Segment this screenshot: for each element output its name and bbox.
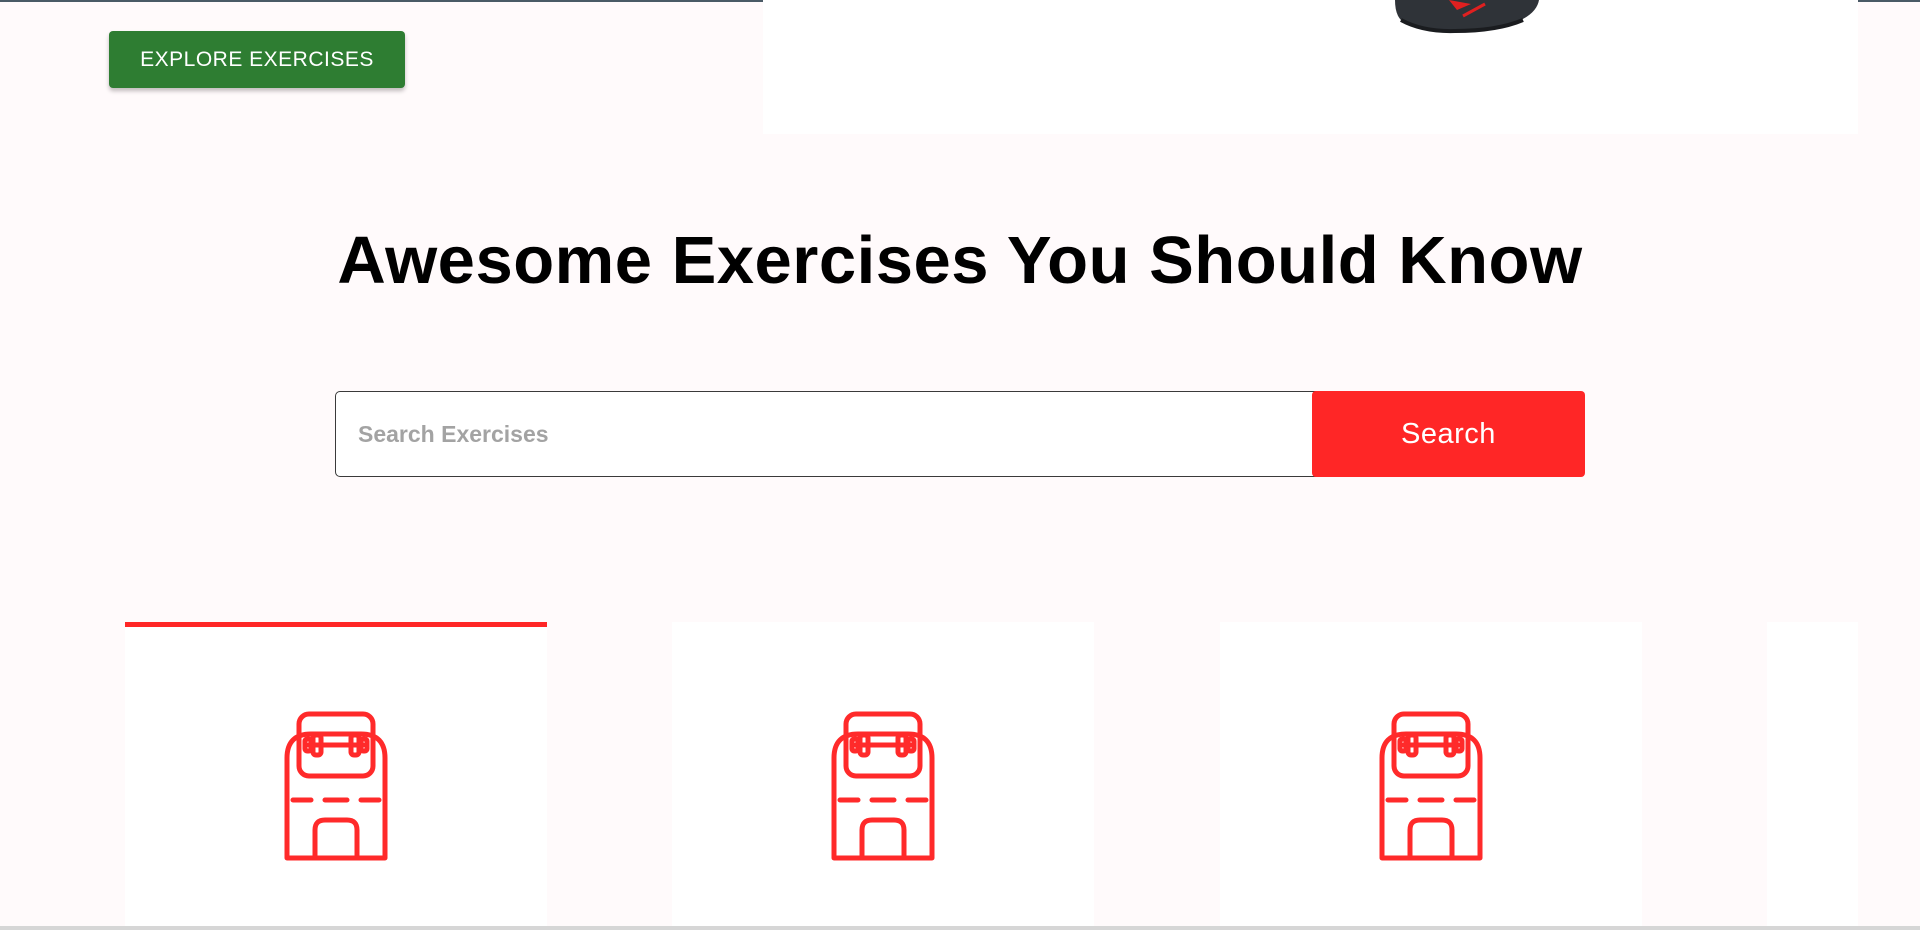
horizontal-scrollbar[interactable]: [0, 926, 1920, 930]
page: EXPLORE EXERCISES Awesome Exercises You …: [0, 0, 1920, 930]
search-input[interactable]: [335, 391, 1325, 477]
body-part-card[interactable]: [1220, 622, 1642, 930]
gym-icon: [1379, 711, 1483, 861]
hero-shoe-image: [1395, 0, 1539, 34]
section-title: Awesome Exercises You Should Know: [337, 223, 1583, 298]
body-part-card[interactable]: [672, 622, 1094, 930]
hero-banner-panel: [763, 0, 1858, 134]
explore-exercises-button[interactable]: EXPLORE EXERCISES: [109, 31, 405, 88]
body-part-card[interactable]: [1767, 622, 1858, 930]
gym-icon: [284, 711, 388, 861]
search-button[interactable]: Search: [1312, 391, 1585, 477]
body-part-card[interactable]: [125, 622, 547, 930]
gym-icon: [831, 711, 935, 861]
